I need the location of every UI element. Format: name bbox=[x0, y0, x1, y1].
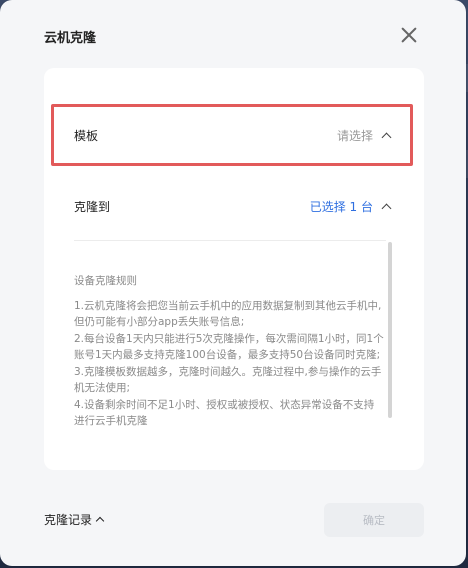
clone-dialog: 云机克隆 模板 请选择 克隆到 已选择 1 台 设备克隆规则 1.云机克隆将会把… bbox=[0, 0, 466, 566]
clone-rule-line: 4.设备剩余时间不足1小时、授权或被授权、状态异常设备不支持进行云手机克隆 bbox=[74, 398, 375, 428]
clone-target-selector[interactable]: 已选择 1 台 bbox=[309, 198, 392, 215]
chevron-up-icon bbox=[95, 516, 105, 526]
clone-target-label: 克隆到 bbox=[74, 199, 111, 214]
clone-rules-title: 设备克隆规则 bbox=[74, 275, 137, 287]
template-value: 请选择 bbox=[336, 128, 373, 143]
chevron-up-icon bbox=[381, 132, 392, 142]
clone-target-row[interactable]: 克隆到 已选择 1 台 bbox=[74, 194, 392, 218]
rules-scrollbar[interactable] bbox=[388, 242, 392, 418]
chevron-up-icon bbox=[381, 203, 392, 213]
template-row[interactable]: 模板 请选择 bbox=[74, 123, 392, 147]
clone-target-value: 已选择 1 台 bbox=[309, 199, 373, 214]
clone-rule-line: 1.云机克隆将会把您当前云手机中的应用数据复制到其他云手机中,但仍可能有小部分a… bbox=[74, 299, 382, 329]
clone-history-link[interactable]: 克隆记录 bbox=[44, 511, 105, 528]
dialog-title: 云机克隆 bbox=[44, 31, 97, 46]
confirm-button[interactable]: 确定 bbox=[324, 503, 424, 537]
template-label: 模板 bbox=[74, 128, 99, 143]
clone-history-label: 克隆记录 bbox=[44, 513, 93, 527]
clone-rules: 设备克隆规则 1.云机克隆将会把您当前云手机中的应用数据复制到其他云手机中,但仍… bbox=[74, 273, 384, 443]
clone-rule-line: 3.克隆模板数据越多，克隆时间越久。克隆过程中,参与操作的云手机无法使用; bbox=[74, 365, 382, 395]
template-selector[interactable]: 请选择 bbox=[336, 127, 392, 144]
divider bbox=[74, 240, 386, 241]
clone-rule-line: 2.每台设备1天内只能进行5次克隆操作，每次需间隔1小时，同1个账号1天内最多支… bbox=[74, 332, 384, 362]
clone-settings-card: 模板 请选择 克隆到 已选择 1 台 设备克隆规则 1.云机克隆将会把您当前云手… bbox=[44, 68, 424, 470]
close-icon[interactable] bbox=[398, 24, 420, 46]
